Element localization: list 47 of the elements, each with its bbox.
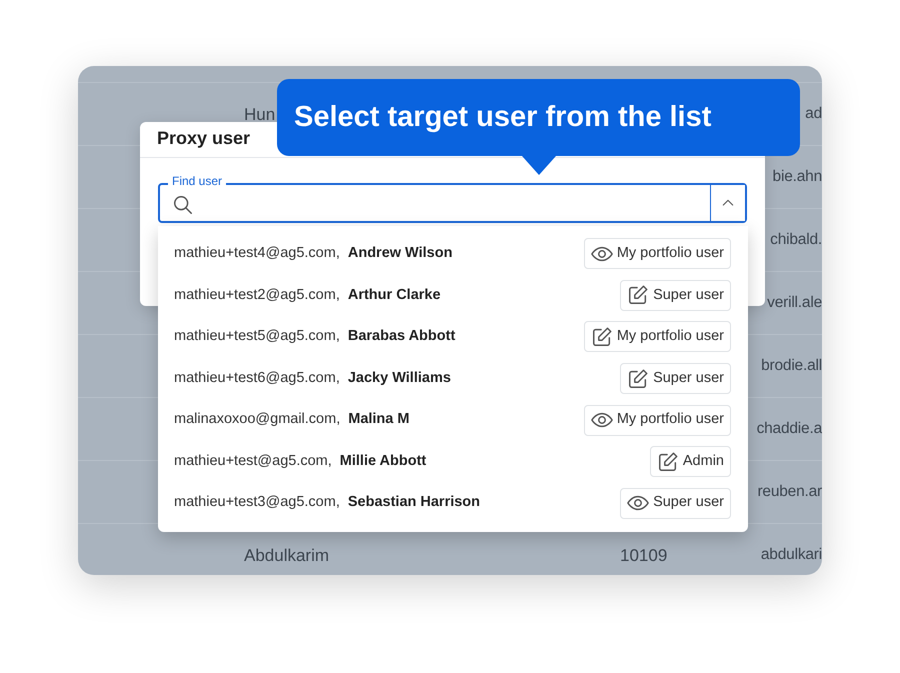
user-email: mathieu+test3@ag5.com, [174, 493, 340, 512]
user-option[interactable]: mathieu+test@ag5.com, Millie Abbott Admin [174, 440, 731, 483]
user-name: Andrew Wilson [348, 244, 452, 263]
pencil-square-icon [627, 284, 650, 306]
user-email: mathieu+test4@ag5.com, [174, 244, 340, 263]
role-label: Admin [682, 452, 724, 471]
table-cell: 10109 [620, 546, 668, 564]
table-cell: ad [805, 106, 822, 122]
user-name: Sebastian Harrison [348, 493, 480, 512]
user-name: Malina M [348, 410, 410, 430]
user-option[interactable]: mathieu+test2@ag5.com, Arthur Clarke Super user [174, 274, 731, 316]
table-cell: Abdulkarim [244, 546, 330, 564]
table-cell: bie.ahn [772, 169, 822, 185]
user-option[interactable]: mathieu+test6@ag5.com, Jacky Williams Super user [174, 358, 731, 400]
tooltip-bubble: Select target user from the list [277, 79, 800, 156]
user-email: mathieu+test@ag5.com, [174, 452, 332, 471]
tooltip-pointer [522, 156, 556, 176]
user-name: Barabas Abbott [348, 327, 456, 346]
user-name: Millie Abbott [340, 452, 426, 471]
pencil-square-icon [656, 450, 679, 473]
table-cell: abdulkari [760, 547, 822, 563]
pencil-square-icon [590, 326, 613, 348]
table-cell: Hun [244, 106, 276, 122]
role-label: My portfolio user [616, 327, 724, 346]
user-option[interactable]: mathieu+test4@ag5.com, Andrew Wilson My portfolio user [174, 233, 731, 275]
user-option[interactable]: mathieu+test5@ag5.com, Barabas Abbott My portfolio user [174, 316, 731, 358]
table-cell: chaddie.a [756, 421, 822, 437]
pencil-square-icon [627, 368, 650, 390]
table-cell: brodie.all [761, 358, 822, 374]
user-email: mathieu+test6@ag5.com, [174, 368, 340, 388]
table-cell: chibald. [770, 232, 822, 248]
user-email: malinaxoxoo@gmail.com, [174, 410, 340, 430]
user-option[interactable]: malinaxoxoo@gmail.com, Malina M My portfolio user [174, 399, 731, 441]
table-cell: verill.ale [767, 295, 822, 311]
role-label: Super user [653, 286, 724, 305]
dropdown-toggle[interactable] [710, 185, 745, 221]
role-label: My portfolio user [616, 410, 724, 430]
user-name: Jacky Williams [348, 368, 451, 388]
user-name: Arthur Clarke [348, 286, 441, 305]
table-cell: reuben.ar [757, 484, 822, 500]
user-email: mathieu+test2@ag5.com, [174, 286, 340, 305]
role-label: Super user [653, 493, 724, 512]
user-option[interactable]: mathieu+test3@ag5.com, Sebastian Harrison Super user [174, 482, 731, 524]
search-icon [172, 194, 194, 216]
role-label: My portfolio user [616, 244, 724, 263]
role-label: Super user [653, 368, 724, 388]
user-email: mathieu+test5@ag5.com, [174, 327, 340, 346]
